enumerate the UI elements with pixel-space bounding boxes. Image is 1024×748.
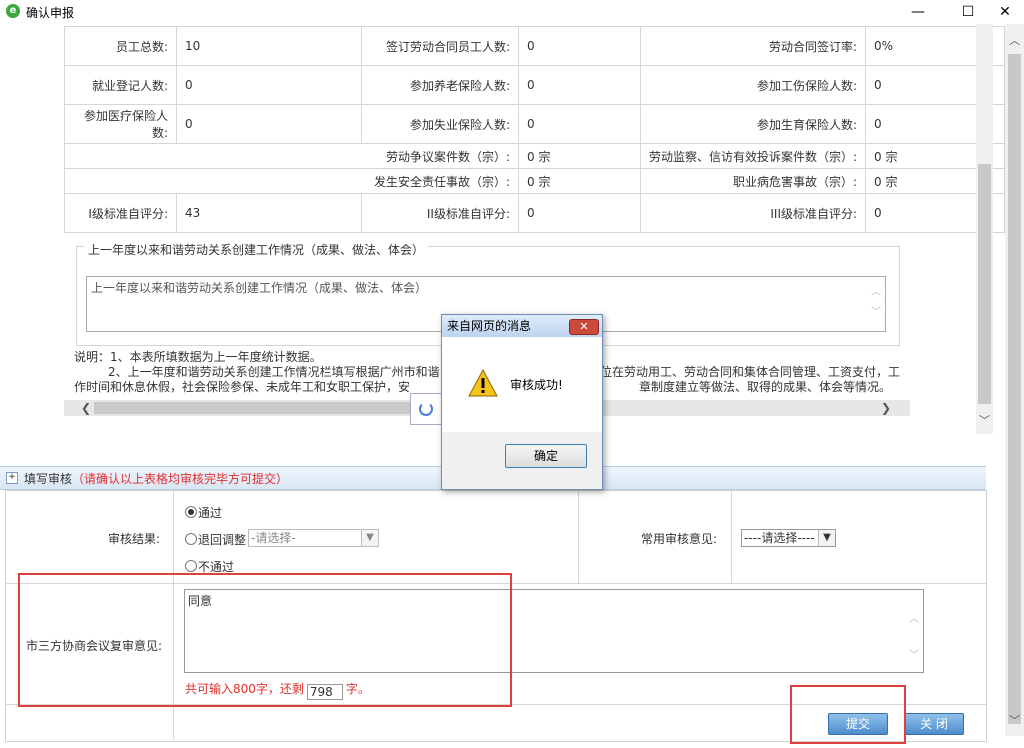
- highlight-box: [18, 573, 512, 707]
- title-bar: e 确认申报 — ☐ ✕: [0, 0, 1024, 24]
- textarea-scroll-arrows[interactable]: ︿ ﹀: [907, 602, 921, 674]
- note-line-3b: 章制度建立等做法、取得的成果、体会等情况。: [639, 380, 892, 394]
- highlight-box: [790, 685, 906, 744]
- radio-return[interactable]: 退回调整: [185, 531, 246, 548]
- minimize-button[interactable]: —: [903, 2, 933, 22]
- stat-value: 0: [518, 65, 641, 105]
- dispute-value: 0 宗: [518, 143, 641, 169]
- page-vertical-scrollbar[interactable]: ︿ ﹀: [1005, 24, 1024, 736]
- inner-vscroll-thumb[interactable]: [978, 164, 991, 404]
- page-vscroll-thumb[interactable]: [1008, 54, 1021, 724]
- dialog-message: 审核成功!: [510, 378, 563, 392]
- review-result-label: 审核结果:: [108, 532, 161, 546]
- radio-return-label: 退回调整: [198, 533, 247, 547]
- dispute-label: 职业病危害事故（宗）:: [639, 168, 867, 194]
- stat-label: 参加医疗保险人数:: [64, 104, 177, 144]
- dispute-label: 劳动监察、信访有效投诉案件数（宗）:: [639, 143, 867, 169]
- dispute-label: 发生安全责任事故（宗）:: [64, 168, 519, 194]
- score-label: II级标准自评分:: [361, 193, 519, 233]
- expand-icon[interactable]: +: [6, 472, 18, 484]
- dialog-titlebar: 来自网页的消息 ✕: [442, 315, 602, 337]
- dispute-value: 0 宗: [518, 168, 641, 194]
- stat-label: 参加养老保险人数:: [361, 65, 519, 105]
- stat-value: 10: [176, 26, 362, 66]
- note-line-2b: 位在劳动用工、劳动合同和集体合同管理、工资支付，工: [600, 365, 901, 379]
- dialog-body: 审核成功!: [442, 337, 602, 432]
- stat-label: 参加失业保险人数:: [361, 104, 519, 144]
- divider: [731, 490, 732, 583]
- radio-dot[interactable]: [185, 560, 197, 572]
- common-select-value: ----请选择----: [744, 531, 815, 545]
- work-legend: 上一年度以来和谐劳动关系创建工作情况（成果、做法、体会）: [84, 241, 429, 258]
- dialog-close-button[interactable]: ✕: [569, 319, 599, 335]
- textarea-scroll-arrows[interactable]: ︿ ﹀: [869, 283, 883, 323]
- radio-dot[interactable]: [185, 506, 197, 518]
- page-scroll-down-icon[interactable]: ﹀: [1005, 712, 1024, 728]
- stat-value: 0: [518, 26, 641, 66]
- dialog-title: 来自网页的消息: [447, 319, 532, 333]
- stat-label: 劳动合同签订率:: [639, 26, 867, 66]
- scroll-up-icon[interactable]: ︿: [1005, 32, 1024, 48]
- radio-dot[interactable]: [185, 533, 197, 545]
- inner-vertical-scrollbar[interactable]: ﹀: [976, 24, 993, 434]
- common-opinion-label: 常用审核意见:: [641, 532, 718, 546]
- dispute-label: 劳动争议案件数（宗）:: [64, 143, 519, 169]
- scroll-down-icon[interactable]: ﹀: [976, 412, 993, 428]
- close-window-button[interactable]: ✕: [990, 2, 1020, 22]
- score-label: I级标准自评分:: [64, 193, 177, 233]
- close-button[interactable]: 关 闭: [904, 713, 964, 735]
- common-opinion-select[interactable]: ----请选择---- ▼: [741, 529, 836, 547]
- note-line-2a: 2、上一年度和谐劳动关系创建工作情况栏填写根据广州市和谐: [108, 365, 440, 379]
- scroll-right-icon[interactable]: ❯: [878, 400, 894, 416]
- dialog-ok-button[interactable]: 确定: [505, 444, 587, 468]
- stat-label: 参加工伤保险人数:: [639, 65, 867, 105]
- stats-table: 员工总数: 10 签订劳动合同员工人数: 0 劳动合同签订率: 0% 就业登记人…: [64, 26, 1006, 233]
- stat-value: 0: [176, 104, 362, 144]
- scroll-left-icon[interactable]: ❮: [78, 400, 94, 416]
- review-title-text: 填写审核: [24, 472, 73, 486]
- chevron-down-icon[interactable]: ▼: [818, 530, 835, 546]
- radio-reject-label: 不通过: [198, 560, 235, 574]
- stat-label: 员工总数:: [64, 26, 177, 66]
- review-note: （请确认以上表格均审核完毕方可提交）: [72, 472, 289, 486]
- stat-label: 签订劳动合同员工人数:: [361, 26, 519, 66]
- message-dialog: 来自网页的消息 ✕ 审核成功! 确定: [441, 314, 603, 490]
- score-label: III级标准自评分:: [639, 193, 867, 233]
- loading-indicator: [410, 393, 442, 425]
- score-value: 0: [518, 193, 641, 233]
- dialog-footer: 确定: [442, 432, 602, 489]
- browser-e-icon: e: [6, 4, 20, 18]
- hscroll-thumb[interactable]: [94, 402, 414, 414]
- chevron-down-icon[interactable]: ▼: [361, 530, 378, 546]
- note-line-3a: 作时间和休息休假，社会保险参保、未成年工和女职工保护，安: [74, 380, 411, 394]
- stat-value: 0: [518, 104, 641, 144]
- return-select-value: -请选择-: [251, 531, 296, 545]
- review-panel-title: 填写审核（请确认以上表格均审核完毕方可提交）: [24, 470, 288, 487]
- stat-label: 参加生育保险人数:: [639, 104, 867, 144]
- maximize-button[interactable]: ☐: [953, 2, 983, 22]
- score-value: 43: [176, 193, 362, 233]
- warning-icon: [468, 369, 498, 397]
- work-placeholder: 上一年度以来和谐劳动关系创建工作情况（成果、做法、体会）: [91, 281, 428, 295]
- stat-label: 就业登记人数:: [64, 65, 177, 105]
- window-title: 确认申报: [26, 6, 75, 20]
- divider: [578, 490, 579, 583]
- radio-pass-label: 通过: [198, 506, 223, 520]
- radio-pass[interactable]: 通过: [185, 504, 222, 521]
- spinner-icon: [419, 402, 433, 416]
- return-reason-select[interactable]: -请选择- ▼: [248, 529, 379, 547]
- stat-value: 0: [176, 65, 362, 105]
